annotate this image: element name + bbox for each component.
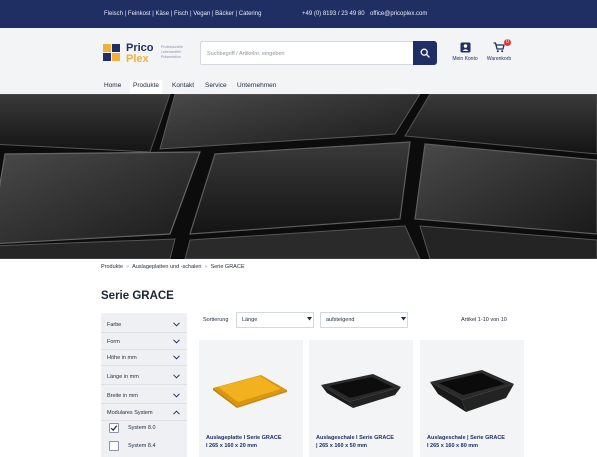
- product-image[interactable]: [309, 340, 413, 425]
- sort-field-select[interactable]: Länge: [236, 312, 314, 328]
- chevron-down-icon: [173, 374, 180, 379]
- top-bar: Fleisch | Feinkost | Käse | Fisch | Vega…: [0, 0, 597, 28]
- nav-produkte[interactable]: Produkte: [130, 80, 163, 94]
- hero-image: [0, 94, 597, 259]
- sort-direction-value: aufsteigend: [326, 317, 355, 323]
- breadcrumb-item-current: Serie GRACE: [210, 264, 245, 270]
- product-card[interactable]: Auslageschale | Serie GRACE I 265 x 160 …: [420, 340, 524, 457]
- logo-tagline: Professionelle Lebensmittel Präsentation: [161, 45, 183, 59]
- category-links[interactable]: Fleisch | Feinkost | Käse | Fisch | Vega…: [104, 11, 261, 17]
- cart-button[interactable]: 0 Warenkorb: [482, 39, 516, 62]
- nav-service[interactable]: Service: [202, 80, 230, 94]
- cart-count-badge: 0: [504, 39, 511, 46]
- filter-laenge[interactable]: Länge in mm: [101, 369, 187, 385]
- product-title[interactable]: Auslageschale I Serie GRACE | 265 x 160 …: [316, 435, 412, 450]
- product-title-line-1: Auslageschale | Serie GRACE: [427, 435, 505, 441]
- product-image[interactable]: [420, 340, 524, 425]
- product-title-line-1: Auslageplatte I Serie GRACE: [206, 435, 282, 441]
- chevron-down-icon: [173, 339, 180, 344]
- hero-banner: [0, 94, 597, 259]
- search-icon: [420, 48, 430, 58]
- product-card[interactable]: Auslageplatte I Serie GRACE I 265 x 160 …: [199, 340, 303, 457]
- logo[interactable]: Prico Plex Professionelle Lebensmittel P…: [103, 43, 203, 67]
- email-link[interactable]: office@pricoplex.com: [370, 11, 427, 17]
- page-title: Serie GRACE: [101, 290, 174, 302]
- checkbox[interactable]: [109, 423, 119, 433]
- checkmark-icon: [110, 425, 118, 432]
- filter-label: Breite in mm: [107, 393, 138, 399]
- nav-unternehmen[interactable]: Unternehmen: [234, 80, 279, 94]
- option-label: System 8.0: [128, 425, 156, 431]
- filter-label: Form: [107, 339, 120, 345]
- account-button[interactable]: Mein Konto: [448, 42, 482, 62]
- filter-sidebar: Farbe Form Höhe in mm Länge in mm Breite…: [101, 313, 187, 457]
- chevron-down-icon: [173, 322, 180, 327]
- filter-label: Modulares System: [107, 410, 153, 416]
- breadcrumb-item-auslageplatten[interactable]: Auslageplatten und -schalen: [132, 264, 201, 270]
- filter-farbe[interactable]: Farbe: [101, 317, 187, 333]
- chevron-down-icon: [173, 393, 180, 398]
- product-title-line-1: Auslageschale I Serie GRACE: [316, 435, 394, 441]
- sort-direction-select[interactable]: aufsteigend: [320, 312, 408, 328]
- option-label: System 8.4: [128, 443, 156, 449]
- filter-label: Höhe in mm: [107, 355, 137, 361]
- sort-field-value: Länge: [242, 317, 258, 323]
- cart-label: Warenkorb: [486, 56, 512, 62]
- product-card[interactable]: Auslageschale I Serie GRACE | 265 x 160 …: [309, 340, 413, 457]
- account-icon: [448, 42, 482, 53]
- logo-mark-icon: [103, 44, 123, 64]
- breadcrumb: Produkte» Auslageplatten und -schalen» Ser…: [101, 264, 245, 270]
- checkbox[interactable]: [109, 441, 119, 451]
- filter-modulares-system[interactable]: Modulares System: [101, 405, 187, 421]
- account-label: Mein Konto: [452, 56, 478, 62]
- search-input[interactable]: [201, 43, 413, 65]
- logo-word-plex: Plex: [126, 53, 149, 65]
- search-button[interactable]: [413, 41, 437, 65]
- search-box: [200, 41, 413, 65]
- site-header: Prico Plex Professionelle Lebensmittel P…: [0, 28, 597, 94]
- product-title[interactable]: Auslageschale | Serie GRACE I 265 x 160 …: [427, 435, 523, 450]
- article-count: Artikel 1-10 von 10: [461, 317, 507, 323]
- caret-down-icon: [401, 317, 406, 321]
- filter-form[interactable]: Form: [101, 334, 187, 350]
- filter-hoehe[interactable]: Höhe in mm: [101, 350, 187, 366]
- sort-label: Sortierung: [203, 317, 229, 323]
- phone-link[interactable]: +49 (0) 8193 / 23 49 80: [302, 11, 365, 17]
- filter-label: Farbe: [107, 322, 122, 328]
- chevron-down-icon: [173, 355, 180, 360]
- cart-icon: 0: [482, 39, 516, 53]
- filter-label: Länge in mm: [107, 374, 139, 380]
- nav-home[interactable]: Home: [101, 80, 124, 94]
- filter-breite[interactable]: Breite in mm: [101, 388, 187, 404]
- product-title-line-2: I 265 x 160 x 20 mm: [206, 442, 258, 449]
- product-title-line-2: I 265 x 160 x 80 mm: [427, 442, 479, 449]
- product-title[interactable]: Auslageplatte I Serie GRACE I 265 x 160 …: [206, 435, 302, 450]
- product-title-line-2: | 265 x 160 x 50 mm: [316, 442, 368, 449]
- breadcrumb-separator-icon: »: [126, 264, 130, 270]
- product-image[interactable]: [199, 340, 303, 425]
- nav-kontakt[interactable]: Kontakt: [169, 80, 197, 94]
- logo-wordmark: Prico Plex: [126, 43, 154, 65]
- breadcrumb-item-produkte[interactable]: Produkte: [101, 264, 123, 270]
- breadcrumb-separator-icon: »: [204, 264, 208, 270]
- caret-down-icon: [307, 317, 312, 321]
- chevron-up-icon: [173, 410, 180, 415]
